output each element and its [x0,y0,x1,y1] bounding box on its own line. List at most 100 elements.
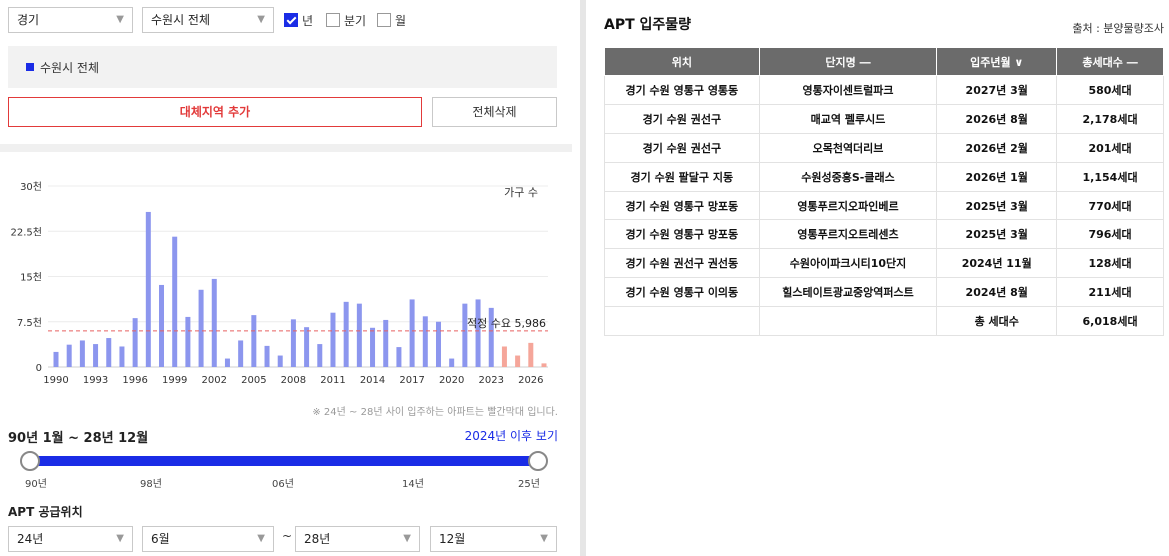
y-tick-label: 22.5천 [11,226,42,238]
x-tick-label: 1999 [162,375,187,386]
y-tick-label: 30천 [20,181,42,193]
table-row: 경기 수원 권선구 권선동 수원아이파크시티10단지 2024년 11월 128세대 [604,248,1164,279]
period-month-label: 월 [395,14,407,28]
bar [435,321,441,367]
chevron-down-icon: ▼ [257,533,265,544]
apt-supply-title: APT 입주물량 [604,17,692,33]
bar [370,327,376,367]
range-separator: ~ [282,529,293,543]
from-month-value: 6월 [151,532,170,546]
cell-location: 경기 수원 영통구 망포동 [604,191,760,221]
supply-location-title: APT 공급위치 [8,505,83,519]
bar [66,344,72,367]
x-tick-label: 1990 [43,375,68,386]
x-tick-label: 2011 [320,375,345,386]
table-row: 경기 수원 영통구 이의동 힐스테이트광교중앙역퍼스트 2024년 8월 211세대 [604,277,1164,308]
column-header-complex[interactable]: 단지명 ― [758,47,938,76]
x-tick-label: 1996 [122,375,147,386]
cell-location: 경기 수원 권선구 [604,133,760,163]
cell-location: 경기 수원 권선구 권선동 [604,248,760,279]
from-month-select[interactable]: 6월 ▼ [142,526,274,552]
bar [449,358,455,367]
table-row: 경기 수원 영통구 망포동 영통푸르지오트레센츠 2025년 3월 796세대 [604,219,1164,250]
apt-supply-table: 위치 단지명 ― 입주년월 ∨ 총세대수 ― 경기 수원 영통구 영통동 영통자이… [604,47,1164,337]
cell-move-in-date: 2027년 3월 [936,75,1058,105]
cell-complex-name: 수원성중흥S-클래스 [759,162,938,192]
cell-households: 2,178세대 [1056,104,1164,134]
cell-households: 211세대 [1056,277,1164,308]
total-label: 총 세대수 [936,306,1058,337]
x-tick-label: 2005 [241,375,266,386]
right-panel: APT 입주물량 출처 : 분양물량조사 위치 단지명 ― 입주년월 ∨ 총세대… [604,0,1164,556]
bar [185,316,191,367]
x-tick-label: 2014 [360,375,385,386]
x-tick-label: 2026 [518,375,543,386]
y-tick-label: 15천 [20,272,42,284]
range-start-handle[interactable] [20,451,40,471]
bar [159,284,165,367]
bar [383,319,389,367]
column-header-move-in[interactable]: 입주년월 ∨ [936,47,1058,76]
y-unit-note: 가구 수 [504,186,538,199]
column-header-households[interactable]: 총세대수 ― [1056,47,1164,76]
bar [330,312,336,367]
bar [79,340,85,367]
selected-region-box: 수원시 전체 [8,46,557,88]
bar [396,347,402,367]
data-source: 출처 : 분양물량조사 [1072,22,1164,35]
range-slider-track[interactable] [30,456,538,466]
table-row: 경기 수원 팔달구 지동 수원성중흥S-클래스 2026년 1월 1,154세대 [604,162,1164,192]
add-region-button[interactable]: 대체지역 추가 [8,97,422,127]
cell-complex-name: 힐스테이트광교중앙역퍼스트 [759,277,938,308]
range-tick: 06년 [272,479,294,490]
bar [106,338,112,367]
chart-note: ※ 24년 ~ 28년 사이 입주하는 아파트는 빨간막대 입니다. [312,407,558,418]
region-color-marker [26,63,34,71]
cell-empty [759,306,938,337]
range-end-handle[interactable] [528,451,548,471]
delete-all-button[interactable]: 전체삭제 [432,97,557,127]
period-year-checkbox[interactable] [284,13,298,27]
bar [317,344,323,367]
range-tick: 98년 [140,479,162,490]
bar [119,346,125,367]
after-2024-link[interactable]: 2024년 이후 보기 [465,427,558,444]
to-year-select[interactable]: 28년 ▼ [295,526,420,552]
table-row: 경기 수원 영통구 영통동 영통자이센트럴파크 2027년 3월 580세대 [604,75,1164,105]
city-select[interactable]: 수원시 전체 ▼ [142,7,274,33]
cell-households: 201세대 [1056,133,1164,163]
x-tick-label: 1993 [83,375,108,386]
to-month-select[interactable]: 12월 ▼ [430,526,557,552]
bar [238,340,244,367]
period-month-checkbox[interactable] [377,13,391,27]
x-tick-label: 2020 [439,375,464,386]
bar [251,315,257,367]
bar [462,303,468,367]
chevron-down-icon: ▼ [403,533,411,544]
bar [224,358,230,367]
bar [132,318,138,367]
table-total-row: 총 세대수 6,018세대 [604,306,1164,337]
bar [528,342,534,367]
bar [198,289,204,367]
period-quarter-label: 분기 [344,14,367,28]
cell-empty [604,306,760,337]
y-tick-label: 0 [36,363,42,374]
cell-households: 580세대 [1056,75,1164,105]
bar [93,344,99,367]
cell-households: 1,154세대 [1056,162,1164,192]
province-select[interactable]: 경기 ▼ [8,7,133,33]
table-row: 경기 수원 영통구 망포동 영통푸르지오파인베르 2025년 3월 770세대 [604,191,1164,221]
bar [515,355,521,367]
table-header-row: 위치 단지명 ― 입주년월 ∨ 총세대수 ― [604,47,1164,76]
supply-bar-chart: 30천 22.5천 15천 7.5천 01990 1993 1996 1999 2002 2005… [11,181,548,386]
period-year-label: 년 [302,14,314,28]
period-quarter-checkbox[interactable] [326,13,340,27]
table-row: 경기 수원 권선구 매교역 펠루시드 2026년 8월 2,178세대 [604,104,1164,134]
x-tick-label: 2008 [281,375,306,386]
to-month-value: 12월 [439,532,466,546]
from-year-select[interactable]: 24년 ▼ [8,526,133,552]
from-year-value: 24년 [17,532,44,546]
chevron-down-icon: ▼ [116,14,124,25]
cell-complex-name: 영통푸르지오파인베르 [759,191,938,221]
